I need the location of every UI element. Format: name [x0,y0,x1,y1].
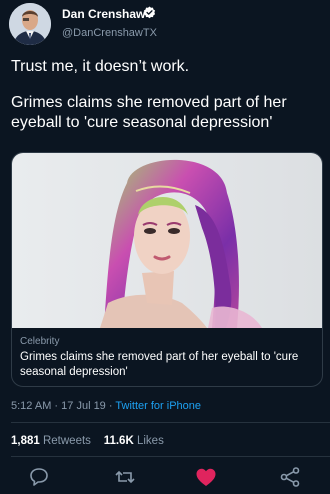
tweet-header: Dan Crenshaw @DanCrenshawTX [0,0,330,52]
tweet-metadata: 5:12 AM · 17 Jul 19 · Twitter for iPhone [11,400,201,412]
tweet-time: 5:12 AM [11,400,52,412]
source-app-link[interactable]: Twitter for iPhone [115,400,201,412]
card-title[interactable]: Grimes claims she removed part of her ey… [20,350,316,380]
retweet-icon[interactable] [113,465,137,489]
card-body: Celebrity Grimes claims she removed part… [12,328,322,386]
separator: · [108,400,113,412]
link-card[interactable]: Celebrity Grimes claims she removed part… [11,152,323,387]
card-image [12,153,322,328]
retweets-stat[interactable]: 1,881 Retweets [11,435,91,447]
divider [11,422,330,423]
tweet-text-line: Trust me, it doesn’t work. [11,58,190,75]
tweet-text-line: Grimes claims she removed part of her ey… [11,94,287,131]
card-source: Celebrity [20,336,60,347]
author-name[interactable]: Dan Crenshaw [62,7,145,21]
comment-icon[interactable] [27,465,51,489]
verified-badge-icon [143,6,156,19]
retweets-label: Retweets [42,435,91,447]
author-handle[interactable]: @DanCrenshawTX [62,27,157,39]
tweet-date: 17 Jul 19 [61,400,106,412]
action-bar [0,463,330,491]
retweets-count: 1,881 [11,435,40,447]
likes-stat[interactable]: 11.6K Likes [104,435,164,447]
likes-count: 11.6K [103,435,134,447]
separator: · [54,400,59,412]
heart-icon[interactable] [194,465,218,489]
share-icon[interactable] [278,465,302,489]
tweet-text: Trust me, it doesn’t work. Grimes claims… [11,57,321,133]
likes-label: Likes [136,435,164,447]
divider [11,456,330,457]
avatar[interactable] [9,3,51,45]
engagement-stats: 1,881 Retweets 11.6K Likes [11,435,164,447]
